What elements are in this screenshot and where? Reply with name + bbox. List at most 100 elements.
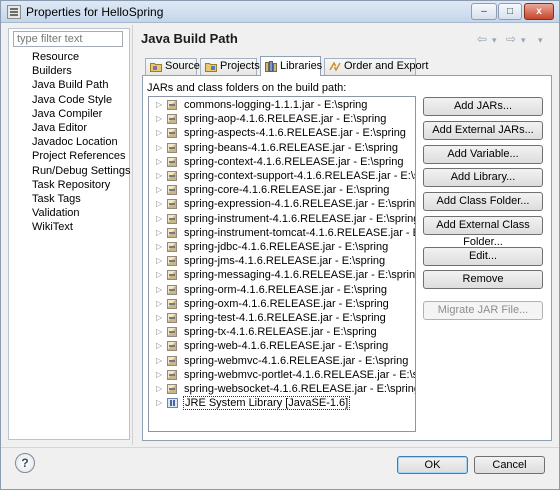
tree-row[interactable]: ▷ spring-tx-4.1.6.RELEASE.jar - E:\spring [149,325,415,339]
tree-row-label: spring-websocket-4.1.6.RELEASE.jar - E:\… [184,383,416,395]
tree-row[interactable]: ▷ spring-orm-4.1.6.RELEASE.jar - E:\sprin… [149,283,415,297]
tree-row[interactable]: ▷ JRE System Library [JavaSE-1.6] [149,396,415,411]
expand-arrow-icon[interactable]: ▷ [156,268,162,282]
expand-arrow-icon[interactable]: ▷ [156,183,162,197]
expand-arrow-icon[interactable]: ▷ [156,382,162,396]
edit-button[interactable]: Edit... [423,247,543,266]
tree-row-label: spring-orm-4.1.6.RELEASE.jar - E:\spring [184,283,387,296]
expand-arrow-icon[interactable]: ▷ [156,197,162,211]
tree-row[interactable]: ▷ spring-instrument-tomcat-4.1.6.RELEASE.… [149,226,415,240]
tree-row[interactable]: ▷ spring-jdbc-4.1.6.RELEASE.jar - E:\spri… [149,240,415,254]
jar-icon [167,313,177,323]
sidebar-item-java-code-style[interactable]: Java Code Style [9,93,129,107]
tab-source[interactable]: Source [145,58,200,75]
cancel-button[interactable]: Cancel [474,456,545,474]
title-bar[interactable]: Properties for HelloSpring – □ x [1,1,559,23]
expand-arrow-icon[interactable]: ▷ [156,226,162,240]
tree-row-label: spring-aop-4.1.6.RELEASE.jar - E:\spring [184,113,387,126]
expand-arrow-icon[interactable]: ▷ [156,254,162,268]
filter-input[interactable]: type filter text [13,31,123,47]
tree-row[interactable]: ▷ spring-aop-4.1.6.RELEASE.jar - E:\sprin… [149,112,415,126]
tree-row[interactable]: ▷ spring-webmvc-4.1.6.RELEASE.jar - E:\sp… [149,354,415,368]
splitter[interactable] [132,25,133,445]
expand-arrow-icon[interactable]: ▷ [156,396,162,410]
add-library-button[interactable]: Add Library... [423,168,543,187]
tree-row[interactable]: ▷ spring-messaging-4.1.6.RELEASE.jar - E:… [149,268,415,282]
expand-arrow-icon[interactable]: ▷ [156,368,162,382]
window-title: Properties for HelloSpring [26,5,164,19]
sidebar-item-java-build-path[interactable]: Java Build Path [9,78,129,92]
tree-row[interactable]: ▷ spring-context-4.1.6.RELEASE.jar - E:\s… [149,155,415,169]
forward-menu-icon[interactable]: ▾ [521,35,526,46]
tree-row[interactable]: ▷ commons-logging-1.1.1.jar - E:\spring [149,98,415,112]
expand-arrow-icon[interactable]: ▷ [156,169,162,183]
forward-arrow-icon[interactable]: ⇨ [506,32,516,46]
expand-arrow-icon[interactable]: ▷ [156,339,162,353]
sidebar-item-run-debug-settings[interactable]: Run/Debug Settings [9,164,130,178]
tree-row[interactable]: ▷ spring-context-support-4.1.6.RELEASE.ja… [149,169,415,183]
build-path-tree[interactable]: ▷ commons-logging-1.1.1.jar - E:\spring ▷ s… [148,96,416,432]
view-menu-icon[interactable]: ▾ [538,35,543,46]
sidebar-item-wikitext[interactable]: WikiText [9,220,129,234]
page-title: Java Build Path [141,31,238,46]
ok-button[interactable]: OK [397,456,468,474]
tree-row-label: spring-beans-4.1.6.RELEASE.jar - E:\spri… [184,141,398,154]
tree-row[interactable]: ▷ spring-beans-4.1.6.RELEASE.jar - E:\spr… [149,141,415,155]
migrate-jar-button[interactable]: Migrate JAR File... [423,301,543,320]
expand-arrow-icon[interactable]: ▷ [156,297,162,311]
tree-row[interactable]: ▷ spring-web-4.1.6.RELEASE.jar - E:\sprin… [149,339,415,353]
sidebar-item-javadoc-location[interactable]: Javadoc Location [9,135,129,149]
expand-arrow-icon[interactable]: ▷ [156,141,162,155]
tree-row[interactable]: ▷ spring-core-4.1.6.RELEASE.jar - E:\spri… [149,183,415,197]
tree-row[interactable]: ▷ spring-aspects-4.1.6.RELEASE.jar - E:\s… [149,126,415,140]
remove-button[interactable]: Remove [423,270,543,289]
back-menu-icon[interactable]: ▾ [492,35,497,46]
expand-arrow-icon[interactable]: ▷ [156,98,162,112]
jar-icon [167,341,177,352]
sidebar-item-java-compiler[interactable]: Java Compiler [9,107,129,121]
tree-row[interactable]: ▷ spring-jms-4.1.6.RELEASE.jar - E:\sprin… [149,254,415,268]
expand-arrow-icon[interactable]: ▷ [156,155,162,169]
tree-row[interactable]: ▷ spring-oxm-4.1.6.RELEASE.jar - E:\sprin… [149,297,415,311]
add-external-jars-button[interactable]: Add External JARs... [423,121,543,140]
sidebar-item-task-repository[interactable]: Task Repository [9,178,129,192]
tree-row-label: spring-context-support-4.1.6.RELEASE.jar… [184,170,415,182]
sidebar-item-project-references[interactable]: Project References [9,149,129,163]
tab-order-and-export[interactable]: Order and Export [324,58,428,75]
tree-row[interactable]: ▷ spring-webmvc-portlet-4.1.6.RELEASE.jar… [149,368,415,382]
project-folder-icon [205,63,217,72]
tree-row[interactable]: ▷ spring-instrument-4.1.6.RELEASE.jar - E… [149,212,415,226]
add-variable-button[interactable]: Add Variable... [423,145,543,164]
jar-icon [167,256,177,267]
tree-row[interactable]: ▷ spring-websocket-4.1.6.RELEASE.jar - E:… [149,382,415,396]
tree-row-label: spring-webmvc-portlet-4.1.6.RELEASE.jar … [184,368,415,381]
add-class-folder-button[interactable]: Add Class Folder... [423,192,543,211]
tree-row[interactable]: ▷ spring-expression-4.1.6.RELEASE.jar - E… [149,197,415,211]
sidebar-item-resource[interactable]: Resource [9,50,129,64]
sidebar-item-task-tags[interactable]: Task Tags [9,192,129,206]
expand-arrow-icon[interactable]: ▷ [156,325,162,339]
jar-icon [167,185,177,196]
tab-libraries[interactable]: Libraries [260,56,322,76]
help-icon[interactable]: ? [15,453,35,473]
tab-projects[interactable]: Projects [200,58,260,75]
tree-row[interactable]: ▷ spring-test-4.1.6.RELEASE.jar - E:\spri… [149,311,415,325]
sidebar-item-builders[interactable]: Builders [9,64,129,78]
minimize-button[interactable]: – [471,3,497,20]
expand-arrow-icon[interactable]: ▷ [156,112,162,126]
expand-arrow-icon[interactable]: ▷ [156,126,162,140]
expand-arrow-icon[interactable]: ▷ [156,311,162,325]
sidebar-item-validation[interactable]: Validation [9,206,129,220]
expand-arrow-icon[interactable]: ▷ [156,354,162,368]
expand-arrow-icon[interactable]: ▷ [156,283,162,297]
close-button[interactable]: x [524,3,554,20]
add-external-class-folder-button[interactable]: Add External Class Folder... [423,216,543,248]
maximize-button[interactable]: □ [498,3,522,20]
expand-arrow-icon[interactable]: ▷ [156,212,162,226]
tree-row-label: spring-core-4.1.6.RELEASE.jar - E:\sprin… [184,184,390,197]
add-jars-button[interactable]: Add JARs... [423,97,543,116]
tree-row-label: commons-logging-1.1.1.jar - E:\spring [184,99,368,111]
sidebar-item-java-editor[interactable]: Java Editor [9,121,129,135]
back-arrow-icon[interactable]: ⇦ [477,32,487,46]
expand-arrow-icon[interactable]: ▷ [156,240,162,254]
